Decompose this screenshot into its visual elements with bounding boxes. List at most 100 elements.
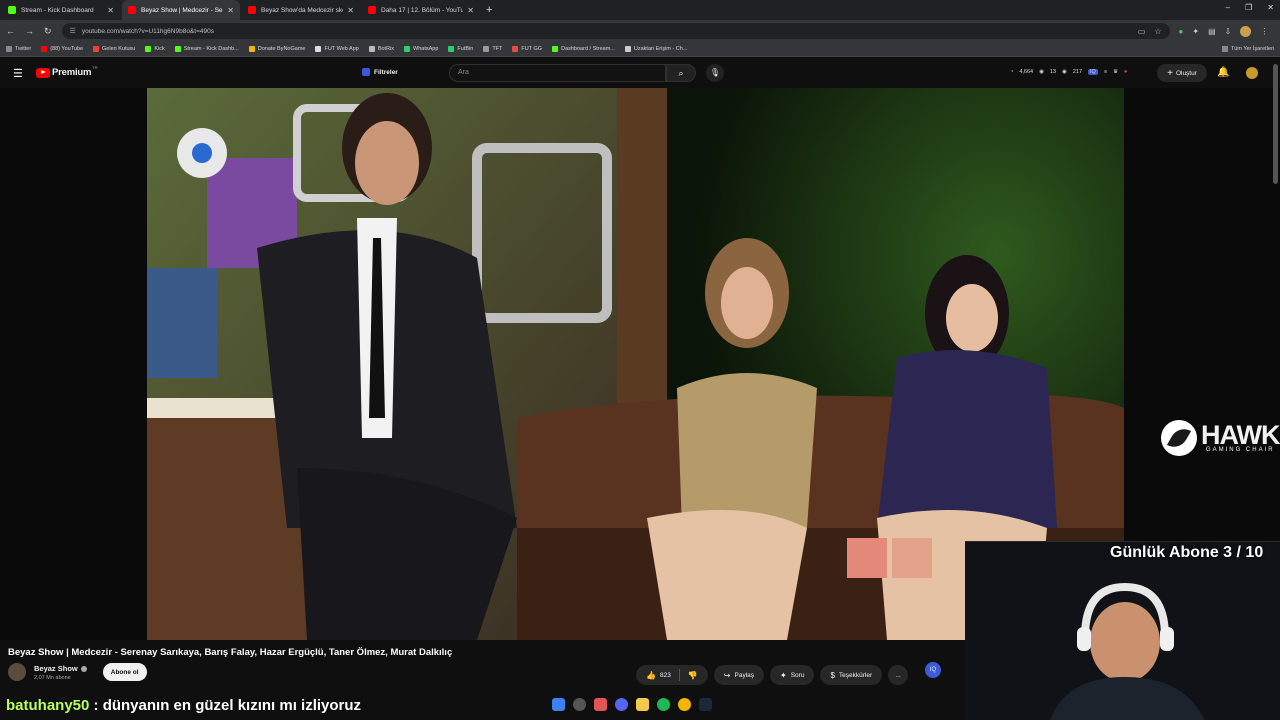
- stat-viewers: 4,664: [1019, 69, 1034, 75]
- more-actions-button[interactable]: ...: [888, 665, 909, 685]
- kick-icon: [8, 6, 16, 14]
- bookmark-item[interactable]: FutBin: [448, 46, 473, 52]
- tab-medcezir-skeci[interactable]: Beyaz Show'da Medcezir skeçi ✕: [242, 0, 360, 20]
- app-icon[interactable]: [594, 698, 607, 711]
- site-info-icon[interactable]: ☰: [70, 27, 76, 35]
- url-field[interactable]: ☰ youtube.com/watch?v=U11hg6N9b8o&t=490s…: [61, 23, 1170, 39]
- notifications-bell-icon[interactable]: 🔔: [1217, 67, 1229, 78]
- country-code: TR: [92, 65, 98, 70]
- menu-icon[interactable]: ☰: [13, 67, 23, 80]
- bookmark-item[interactable]: BotRix: [368, 46, 394, 52]
- whatsapp-icon: [404, 46, 411, 52]
- discord-icon[interactable]: [615, 698, 628, 711]
- page-scrollbar[interactable]: [1273, 64, 1278, 184]
- minimize-icon[interactable]: –: [1226, 3, 1230, 12]
- file-explorer-icon[interactable]: [636, 698, 649, 711]
- like-count[interactable]: 823: [660, 672, 671, 679]
- windows-start-icon[interactable]: [552, 698, 565, 711]
- extension-badge-icon[interactable]: IQ: [1088, 69, 1098, 75]
- botrix-icon: [368, 46, 375, 52]
- bookmark-item[interactable]: Kick: [145, 46, 165, 52]
- hawk-sponsor-logo: HAWK GAMING CHAIR: [1161, 420, 1280, 456]
- close-icon[interactable]: ✕: [347, 6, 354, 15]
- thumbs-down-icon[interactable]: 👎: [688, 671, 698, 680]
- thanks-icon: $: [830, 670, 835, 680]
- bookmark-item[interactable]: FUT GG: [512, 46, 542, 52]
- x-icon: [6, 46, 12, 52]
- reading-list-icon[interactable]: ▤: [1208, 27, 1216, 36]
- cast-icon[interactable]: ▭: [1138, 27, 1146, 36]
- spotify-icon[interactable]: [657, 698, 670, 711]
- bookmark-item[interactable]: Stream - Kick Dashb...: [174, 46, 239, 52]
- video-actions: 👍 823 👎 ↪ Paylaş ✦ Soru $ Teşekkürler ..…: [636, 665, 909, 685]
- youtube-icon: [368, 6, 376, 14]
- extension-badge-icon[interactable]: IQ: [925, 662, 941, 678]
- reload-icon[interactable]: ↻: [44, 26, 52, 37]
- windows-taskbar: [552, 698, 712, 711]
- list-icon[interactable]: ≡: [1104, 69, 1107, 75]
- bookmarks-bar: Twitter (88) YouTube Gelen Kutusu Kick S…: [0, 42, 1280, 57]
- bookmark-item[interactable]: WhatsApp: [404, 46, 438, 52]
- tab-kick-dashboard[interactable]: Stream - Kick Dashboard ✕: [2, 0, 120, 20]
- gmail-icon: [93, 46, 100, 52]
- bookmark-item[interactable]: Donate ByNoGame: [248, 46, 305, 52]
- chrome-icon[interactable]: [678, 698, 691, 711]
- steam-icon[interactable]: [699, 698, 712, 711]
- account-avatar[interactable]: [1246, 67, 1258, 79]
- window-controls: – ❐ ✕: [1226, 3, 1274, 12]
- sponsor-subtitle: GAMING CHAIR: [1205, 447, 1275, 453]
- maximize-icon[interactable]: ❐: [1245, 3, 1252, 12]
- share-button[interactable]: ↪ Paylaş: [713, 665, 765, 685]
- filters-button[interactable]: Filtreler: [362, 68, 398, 76]
- channel-name: Beyaz Show: [34, 663, 78, 673]
- create-button[interactable]: + Oluştur: [1157, 64, 1207, 82]
- bookmark-item[interactable]: Gelen Kutusu: [93, 46, 135, 52]
- bookmark-item[interactable]: Twitter: [6, 46, 31, 52]
- search-icon[interactable]: [573, 698, 586, 711]
- youtube-logo[interactable]: Premium TR: [36, 65, 98, 78]
- bookmark-item[interactable]: (88) YouTube: [41, 46, 83, 52]
- tab-label: Stream - Kick Dashboard: [21, 6, 94, 14]
- subscribe-button[interactable]: Abone ol: [102, 663, 147, 681]
- bookmark-item[interactable]: FUT Web App: [315, 46, 359, 52]
- profile-avatar[interactable]: [1240, 25, 1252, 37]
- filter-icon: [362, 68, 370, 76]
- channel-name-wrap[interactable]: Beyaz Show: [34, 664, 87, 673]
- viewers-icon: ◔: [1010, 69, 1014, 75]
- daily-subscriber-goal: Günlük Abone 3 / 10: [1110, 544, 1264, 561]
- tab-daha-17[interactable]: Daha 17 | 12. Bölüm - YouTube ✕: [362, 0, 480, 20]
- ask-button[interactable]: ✦ Soru: [770, 665, 815, 685]
- channel-avatar[interactable]: [8, 663, 26, 681]
- search-input[interactable]: Ara: [449, 64, 666, 82]
- folder-icon: [1221, 46, 1228, 52]
- new-tab-button[interactable]: +: [486, 4, 492, 16]
- close-window-icon[interactable]: ✕: [1267, 3, 1274, 12]
- back-icon[interactable]: ←: [6, 26, 15, 36]
- all-bookmarks[interactable]: Tüm Yer İşaretleri: [1221, 46, 1274, 52]
- extensions-puzzle-icon[interactable]: ✦: [1192, 27, 1199, 36]
- forward-icon[interactable]: →: [25, 26, 34, 36]
- bookmark-star-icon[interactable]: ☆: [1154, 27, 1161, 36]
- trophy-icon[interactable]: ♛: [1113, 69, 1118, 75]
- bookmark-item[interactable]: TFT: [483, 46, 502, 52]
- thumbs-up-icon[interactable]: 👍: [646, 671, 656, 680]
- stat-2: 13: [1049, 69, 1057, 75]
- logo-text: Premium: [52, 67, 92, 78]
- microphone-icon[interactable]: 🎙: [706, 64, 724, 82]
- close-icon[interactable]: ✕: [227, 6, 234, 15]
- ask-label: Soru: [790, 671, 805, 679]
- search-icon[interactable]: ⌕: [666, 64, 696, 82]
- downloads-icon[interactable]: ⇩: [1225, 27, 1232, 36]
- plus-icon: +: [1167, 67, 1173, 79]
- close-icon[interactable]: ✕: [467, 6, 474, 15]
- tab-beyaz-show[interactable]: Beyaz Show | Medcezir - Se ✕: [122, 0, 240, 20]
- futgg-icon: [512, 46, 519, 52]
- thanks-button[interactable]: $ Teşekkürler: [820, 665, 883, 685]
- bookmark-item[interactable]: Dashboard / Stream...: [552, 46, 615, 52]
- menu-dots-icon[interactable]: ⋮: [1260, 27, 1268, 36]
- hawk-logo-icon: [1161, 420, 1197, 456]
- extension-icon[interactable]: ●: [1179, 27, 1184, 36]
- close-icon[interactable]: ✕: [107, 6, 114, 15]
- bookmark-item[interactable]: Uzaktan Erişim - Ch...: [624, 46, 687, 52]
- alert-icon[interactable]: ●: [1124, 69, 1127, 75]
